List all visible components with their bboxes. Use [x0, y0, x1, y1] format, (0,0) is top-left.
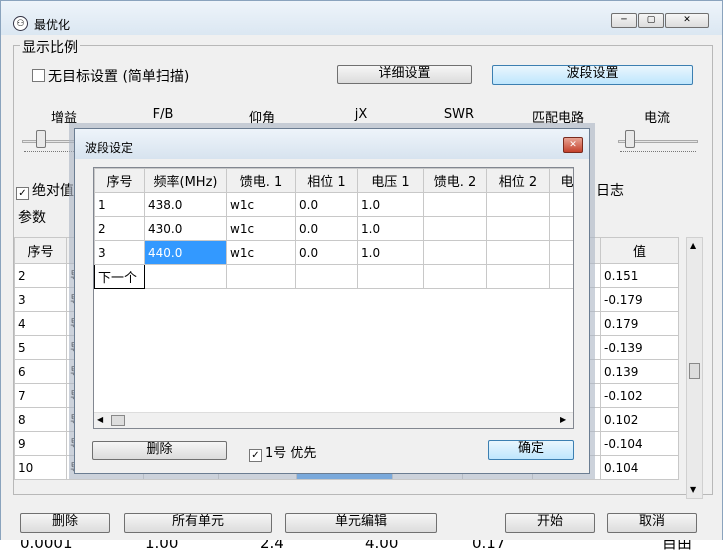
priority-checkbox[interactable]: ✓ 1号 优先: [249, 442, 316, 462]
dialog-title: 波段设定: [85, 141, 134, 155]
next-row-cell[interactable]: 下一个: [94, 264, 145, 289]
priority-label: 1号 优先: [265, 446, 317, 461]
current-slider-ticks: [620, 151, 696, 154]
checkbox-icon: [32, 69, 45, 82]
unit-edit-button[interactable]: 单元编辑: [285, 513, 437, 533]
params-label: 参数: [18, 210, 46, 226]
minimize-button[interactable]: ─: [611, 13, 637, 28]
table-row[interactable]: 2 430.0 w1c 0.0 1.0: [94, 216, 573, 241]
cancel-button[interactable]: 取消: [607, 513, 697, 533]
selected-frequency-cell[interactable]: 440.0: [144, 240, 227, 265]
band-grid-container: 序号 频率(MHz) 馈电. 1 相位 1 电压 1 馈电. 2 相位 2 电 …: [93, 167, 574, 429]
app-icon: ⚇: [13, 16, 28, 31]
scroll-down-icon[interactable]: ▼: [690, 485, 696, 494]
header-index: 序号: [14, 237, 67, 264]
band-grid-hscrollbar[interactable]: ◀ ▶: [94, 412, 573, 428]
group-title: 显示比例: [20, 37, 80, 57]
slider-label-matching: 匹配电路: [531, 111, 584, 126]
close-window-button[interactable]: ✕: [665, 13, 709, 28]
background-window-strip: 0.0001 1.00 2.4 4.00 0.17 目由: [0, 540, 723, 550]
slider-label-gain: 增益: [50, 111, 77, 126]
hscroll-thumb[interactable]: [111, 415, 125, 426]
band-grid: 序号 频率(MHz) 馈电. 1 相位 1 电压 1 馈电. 2 相位 2 电 …: [94, 168, 573, 289]
no-target-checkbox[interactable]: 无目标设置 (简单扫描): [32, 66, 189, 86]
table-row[interactable]: 1 438.0 w1c 0.0 1.0: [94, 192, 573, 217]
header-value: 值: [600, 237, 679, 264]
slider-label-fb: F/B: [152, 107, 174, 122]
scroll-up-icon[interactable]: ▲: [690, 241, 696, 250]
detail-settings-button[interactable]: 详细设置: [337, 65, 472, 84]
slider-label-current: 电流: [643, 111, 670, 126]
all-units-button[interactable]: 所有单元: [124, 513, 272, 533]
slider-label-jx: jX: [354, 107, 368, 122]
band-settings-button[interactable]: 波段设置: [492, 65, 693, 85]
no-target-label: 无目标设置 (简单扫描): [48, 69, 190, 85]
gain-slider-thumb[interactable]: [36, 130, 46, 148]
scroll-thumb[interactable]: [689, 363, 700, 379]
maximize-button[interactable]: ▢: [638, 13, 664, 28]
absolute-value-checkbox[interactable]: ✓ 绝对值: [16, 180, 74, 200]
absolute-value-label: 绝对值: [32, 183, 74, 199]
check-icon: ✓: [249, 449, 262, 462]
scroll-right-icon[interactable]: ▶: [560, 415, 566, 424]
dialog-delete-button[interactable]: 删除: [92, 441, 227, 460]
band-grid-header: 序号 频率(MHz) 馈电. 1 相位 1 电压 1 馈电. 2 相位 2 电: [94, 168, 573, 193]
start-button[interactable]: 开始: [505, 513, 595, 533]
scroll-left-icon[interactable]: ◀: [97, 415, 103, 424]
band-settings-dialog: 波段设定 ✕ 序号 频率(MHz) 馈电. 1 相位 1 电压 1 馈电. 2 …: [74, 128, 590, 474]
main-table-scrollbar[interactable]: ▲ ▼: [686, 237, 703, 499]
dialog-ok-button[interactable]: 确定: [488, 440, 574, 460]
window-title: 最优化: [34, 18, 71, 32]
dialog-close-button[interactable]: ✕: [563, 137, 583, 153]
table-row[interactable]: 3 440.0 w1c 0.0 1.0: [94, 240, 573, 265]
current-slider-thumb[interactable]: [625, 130, 635, 148]
delete-button[interactable]: 删除: [20, 513, 110, 533]
check-icon: ✓: [16, 187, 29, 200]
log-label: 日志: [596, 183, 624, 199]
dialog-title-bar: [75, 129, 589, 159]
slider-label-swr: SWR: [443, 107, 475, 122]
slider-label-elevation: 仰角: [248, 111, 275, 126]
table-row[interactable]: 下一个: [94, 264, 573, 289]
